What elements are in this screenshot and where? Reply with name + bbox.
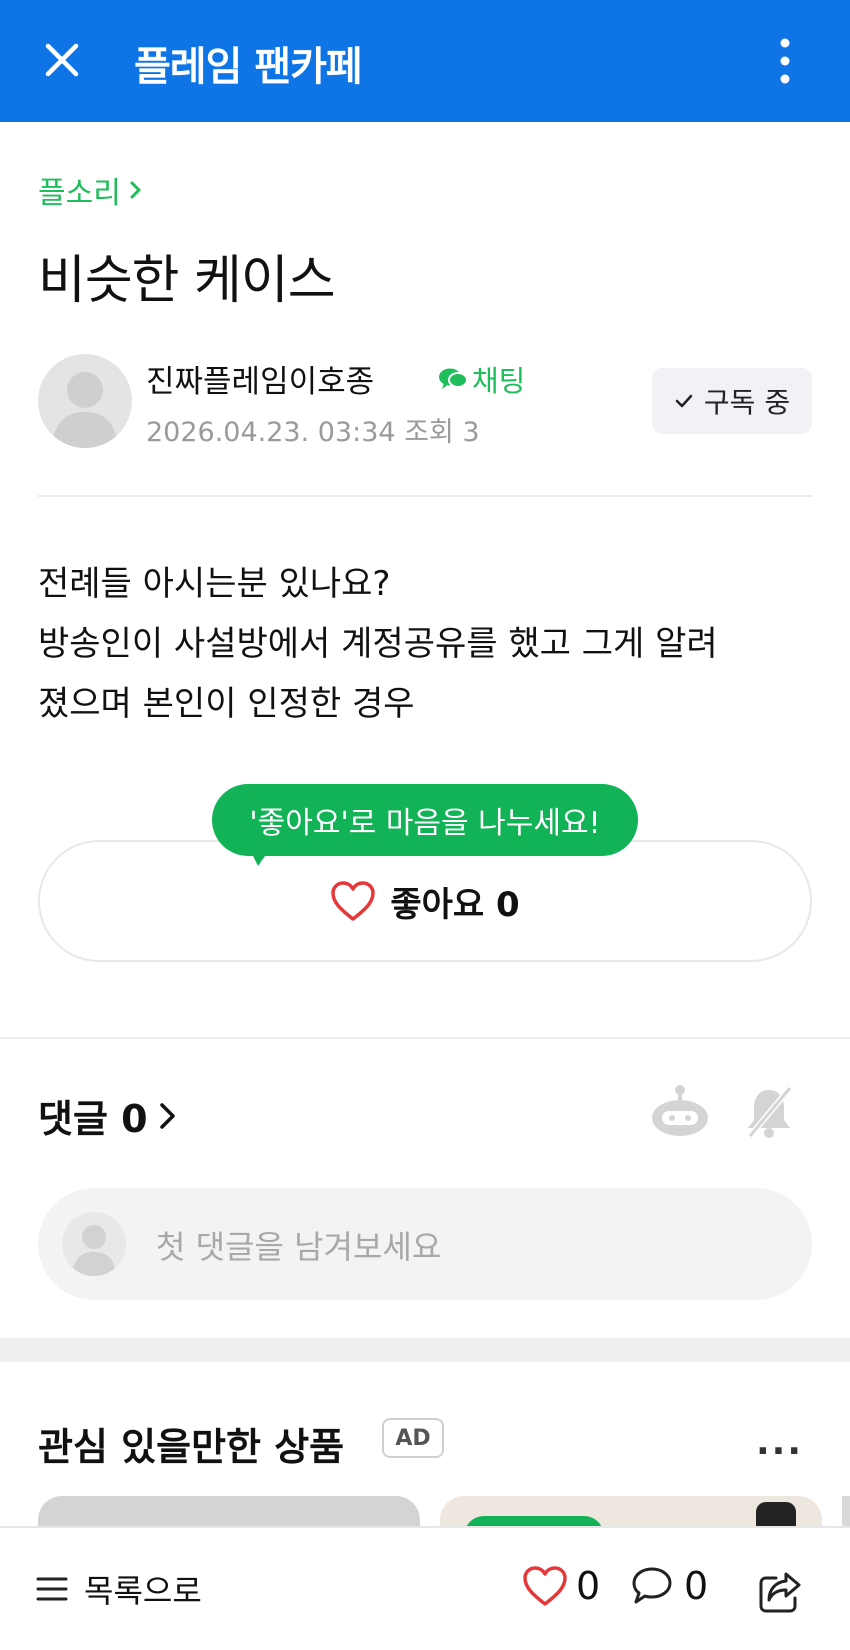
like-count: 0 (576, 1564, 601, 1608)
bot-icon[interactable] (650, 1084, 710, 1140)
like-label: 좋아요 0 (390, 884, 520, 925)
share-icon[interactable] (756, 1568, 804, 1616)
list-button[interactable]: 목록으로 (36, 1566, 202, 1612)
menu-icon (36, 1577, 68, 1601)
chevron-right-icon (130, 181, 141, 199)
bottom-like-button[interactable]: 0 (522, 1564, 600, 1608)
more-vertical-icon[interactable] (770, 36, 800, 86)
post-meta: 2026.04.23. 03:34 조회 3 (146, 410, 480, 449)
post-date: 2026.04.23. 03:34 (146, 417, 396, 448)
divider (38, 495, 812, 497)
ad-more-button[interactable]: ... (756, 1422, 806, 1463)
chevron-right-icon (159, 1102, 175, 1129)
author-name[interactable]: 진짜플레임이호종 (146, 356, 374, 401)
post-body: 전례들 아시는분 있나요? 방송인이 사설방에서 계정공유를 했고 그게 알려 … (38, 554, 818, 734)
body-line: 전례들 아시는분 있나요? (38, 564, 391, 604)
body-line: 방송인이 사설방에서 계정공유를 했고 그게 알려 (38, 624, 718, 664)
subscribe-label: 구독 중 (703, 386, 791, 419)
like-button[interactable]: 좋아요 0 (38, 840, 812, 962)
my-avatar (62, 1212, 126, 1276)
subscribe-button[interactable]: 구독 중 (652, 368, 812, 434)
avatar-placeholder-icon (72, 1225, 116, 1276)
chat-button[interactable]: 채팅 (438, 358, 525, 400)
chat-bubbles-icon (439, 368, 468, 389)
comments-header[interactable]: 댓글 0 (38, 1088, 180, 1143)
tooltip-tail (248, 846, 272, 866)
list-label: 목록으로 (84, 1572, 202, 1610)
comment-icon (632, 1567, 672, 1604)
bottom-comment-button[interactable]: 0 (630, 1564, 708, 1608)
author-avatar[interactable] (38, 354, 132, 448)
section-divider (0, 1037, 850, 1039)
comment-placeholder: 첫 댓글을 남겨보세요 (156, 1228, 442, 1266)
heart-icon (331, 881, 376, 921)
heart-icon (523, 1566, 567, 1606)
breadcrumb[interactable]: 플소리 (38, 168, 143, 212)
post-views: 조회 3 (404, 417, 480, 448)
like-tooltip: '좋아요'로 마음을 나누세요! (212, 784, 638, 856)
avatar-placeholder-icon (52, 372, 118, 448)
body-line: 졌으며 본인이 인정한 경우 (38, 684, 415, 724)
app-bar: 플레임 팬카페 (0, 0, 850, 122)
check-icon (675, 394, 693, 408)
close-icon[interactable] (40, 38, 84, 82)
recommend-title: 관심 있을만한 상품 (38, 1425, 345, 1469)
cafe-title[interactable]: 플레임 팬카페 (134, 34, 363, 92)
ad-badge: AD (382, 1418, 444, 1458)
section-separator (0, 1338, 850, 1362)
bottom-bar: 목록으로 0 0 (0, 1526, 850, 1650)
like-button-content: 좋아요 0 (40, 842, 810, 960)
post-title: 비슷한 케이스 (38, 251, 336, 311)
bell-off-icon[interactable] (744, 1084, 794, 1140)
chat-label: 채팅 (472, 364, 526, 398)
comment-count: 0 (684, 1564, 709, 1608)
comments-count: 댓글 0 (38, 1097, 148, 1141)
comment-input[interactable]: 첫 댓글을 남겨보세요 (38, 1188, 812, 1300)
board-name[interactable]: 플소리 (38, 168, 121, 212)
